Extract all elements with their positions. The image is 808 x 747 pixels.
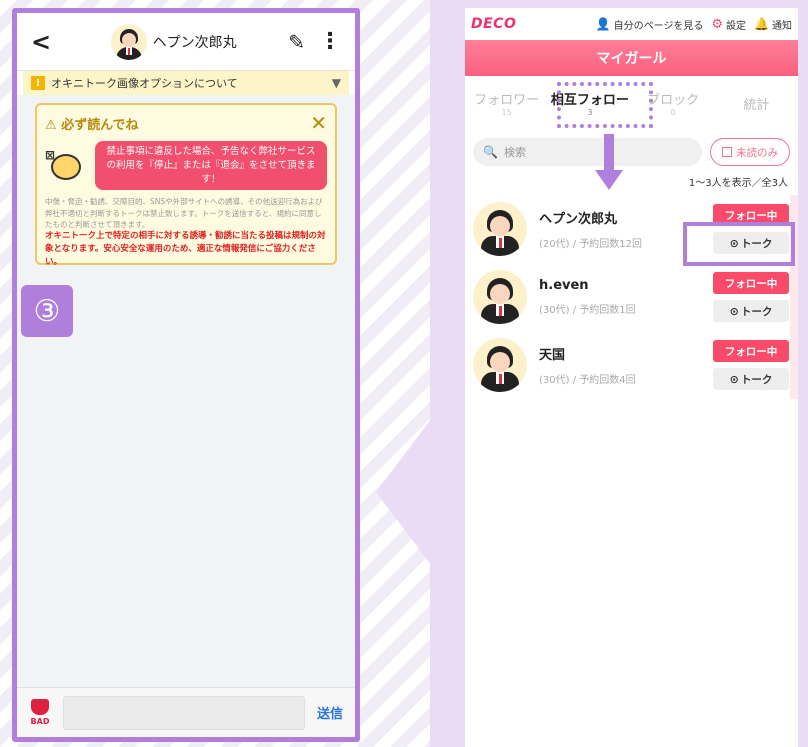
rules-title: ⚠ 必ず読んでね — [45, 117, 139, 133]
tabs: フォロワー 15 相互フォロー 3 ブロック 0 統計 — [465, 80, 798, 128]
warning-icon: ! — [31, 76, 45, 90]
notifications-link[interactable]: 🔔 通知 — [754, 17, 792, 32]
rules-text: 中傷・脅迫・勧誘、交際目的、SNSや外部サイトへの誘導、その他送迎行為および弊社… — [45, 197, 323, 229]
chat-partner-name: ヘプン次郎丸 — [152, 34, 237, 51]
follow-list-screen: DECO 👤 自分のページを見る ⚙ 設定 🔔 通知 マイガール フォロワー 1… — [465, 8, 798, 747]
avatar[interactable] — [473, 338, 527, 392]
page-title: マイガール — [465, 40, 798, 76]
row-tab[interactable] — [790, 331, 798, 399]
result-count: 1〜3人を表示／全3人 — [688, 178, 788, 189]
following-button[interactable]: フォロー中 — [713, 340, 789, 362]
avatar[interactable] — [473, 270, 527, 324]
tab-block[interactable]: ブロック 0 — [632, 80, 715, 126]
tab-stats[interactable]: 統計 — [715, 80, 798, 126]
step-badge: ③ — [21, 285, 73, 337]
send-button[interactable]: 送信 — [313, 703, 347, 722]
user-name[interactable]: ヘプン次郎丸 — [539, 208, 712, 227]
more-menu-icon[interactable]: ⋮ — [319, 29, 341, 54]
rules-card: ⚠ 必ず読んでね ✕ ⊠ 禁止事項に違反した場合、予告なく弊社サービスの利用を『… — [35, 103, 337, 267]
user-name[interactable]: h.even — [539, 278, 712, 293]
list-item[interactable]: 天国 (30代) / 予約回数4回 フォロー中 ⊙ トーク — [465, 331, 798, 399]
gear-icon: ⚙ — [711, 16, 724, 32]
notice-text: オキニトーク画像オプションについて — [51, 77, 238, 90]
rules-red-text: オキニトーク上で特定の相手に対する誘導・勧誘に当たる投稿は規制の対象となります。… — [45, 231, 326, 267]
talk-button[interactable]: ⊙ トーク — [713, 232, 789, 254]
user-meta: (20代) / 予約回数12回 — [539, 239, 642, 250]
bad-button[interactable]: BAD — [25, 699, 55, 726]
bell-icon: 🔔 — [754, 17, 769, 31]
chat-partner: ヘプン次郎丸 — [59, 23, 288, 60]
list-item[interactable]: ヘプン次郎丸 (20代) / 予約回数12回 フォロー中 ⊙ トーク — [465, 195, 798, 263]
following-button[interactable]: フォロー中 — [713, 272, 789, 294]
chat-footer: BAD 送信 — [17, 687, 355, 737]
tab-mutual-follow[interactable]: 相互フォロー 3 — [548, 80, 631, 126]
avatar[interactable] — [473, 202, 527, 256]
settings-link[interactable]: ⚙ 設定 — [711, 17, 746, 32]
chat-bubble-icon: ⊙ — [729, 372, 739, 386]
following-button[interactable]: フォロー中 — [713, 204, 789, 226]
person-icon: 👤 — [595, 17, 611, 31]
talk-button[interactable]: ⊙ トーク — [713, 300, 789, 322]
user-name[interactable]: 天国 — [539, 344, 712, 363]
pointer-arrow — [376, 418, 432, 566]
row-tab[interactable] — [790, 195, 798, 263]
talk-button[interactable]: ⊙ トーク — [713, 368, 789, 390]
unread-only-toggle[interactable]: 未読のみ — [710, 138, 790, 166]
chat-area: ⚠ 必ず読んでね ✕ ⊠ 禁止事項に違反した場合、予告なく弊社サービスの利用を『… — [17, 95, 355, 687]
deco-logo[interactable]: DECO — [471, 16, 516, 32]
chat-bubble-icon: ⊙ — [729, 236, 739, 250]
search-icon: 🔍 — [483, 145, 498, 159]
down-arrow — [595, 134, 623, 196]
list-item[interactable]: h.even (30代) / 予約回数1回 フォロー中 ⊙ トーク — [465, 263, 798, 331]
pencil-icon[interactable]: ✎ — [288, 30, 305, 54]
close-icon[interactable]: ✕ — [310, 111, 327, 135]
checkbox[interactable] — [722, 147, 732, 157]
chat-header: < ヘプン次郎丸 ✎ ⋮ — [17, 13, 355, 71]
thumbs-down-icon — [31, 699, 49, 715]
mascot-icon: ⊠ — [45, 148, 89, 184]
tab-followers[interactable]: フォロワー 15 — [465, 80, 548, 126]
user-meta: (30代) / 予約回数4回 — [539, 375, 636, 386]
chat-bubble-icon: ⊙ — [729, 304, 739, 318]
chat-screen: < ヘプン次郎丸 ✎ ⋮ ! オキニトーク画像オプションについて ▼ ⚠ 必ず読… — [12, 8, 360, 742]
chevron-down-icon[interactable]: ▼ — [332, 76, 341, 90]
back-icon[interactable]: < — [31, 28, 59, 56]
avatar — [110, 23, 147, 60]
my-page-link[interactable]: 👤 自分のページを見る — [596, 17, 704, 32]
top-bar: DECO 👤 自分のページを見る ⚙ 設定 🔔 通知 — [465, 8, 798, 40]
warning-bubble: 禁止事項に違反した場合、予告なく弊社サービスの利用を『停止』または『退会』をさせ… — [95, 141, 327, 191]
user-meta: (30代) / 予約回数1回 — [539, 305, 636, 316]
message-input[interactable] — [63, 695, 305, 730]
notice-bar[interactable]: ! オキニトーク画像オプションについて ▼ — [23, 71, 349, 95]
row-tab[interactable] — [790, 263, 798, 331]
search-input[interactable]: 🔍 検索 — [473, 138, 702, 166]
